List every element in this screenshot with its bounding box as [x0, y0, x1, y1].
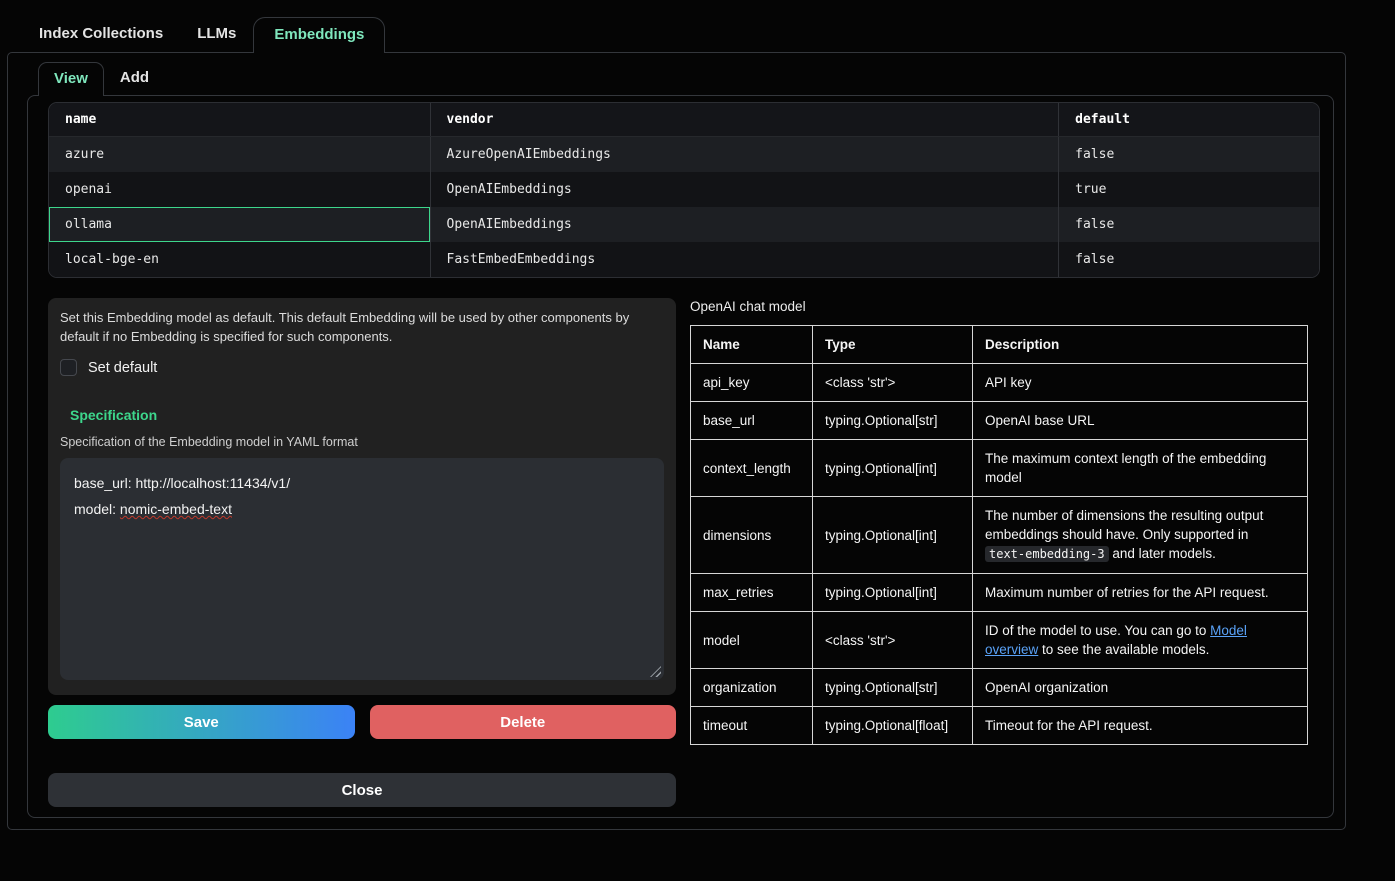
- param-type-cell: typing.Optional[str]: [813, 402, 973, 440]
- tab-add[interactable]: Add: [104, 61, 165, 95]
- param-name-cell: base_url: [691, 402, 813, 440]
- embeddings-table-header: name vendor default: [49, 103, 1319, 137]
- param-type-cell: typing.Optional[int]: [813, 574, 973, 612]
- param-description-cell: OpenAI organization: [973, 669, 1308, 707]
- param-description-cell: Timeout for the API request.: [973, 707, 1308, 745]
- param-name-cell: api_key: [691, 364, 813, 402]
- param-description-cell: The number of dimensions the resulting o…: [973, 497, 1308, 574]
- embedding-name-cell[interactable]: ollama: [49, 207, 430, 242]
- column-header-param-type: Type: [813, 326, 973, 364]
- param-description-cell: OpenAI base URL: [973, 402, 1308, 440]
- embeddings-table: name vendor default azureAzureOpenAIEmbe…: [48, 102, 1320, 278]
- inline-code: text-embedding-3: [985, 546, 1109, 562]
- embeddings-tab-panel: View Add name vendor default azureAzureO…: [7, 52, 1346, 830]
- model-overview-link[interactable]: Model overview: [985, 623, 1247, 657]
- close-button[interactable]: Close: [48, 773, 676, 807]
- embedding-default-cell[interactable]: false: [1059, 207, 1319, 242]
- table-row: azureAzureOpenAIEmbeddingsfalse: [49, 137, 1319, 173]
- tab-llms[interactable]: LLMs: [180, 16, 253, 52]
- param-description-cell: API key: [973, 364, 1308, 402]
- tab-index-collections[interactable]: Index Collections: [22, 16, 180, 52]
- embedding-vendor-cell[interactable]: OpenAIEmbeddings: [430, 207, 1059, 242]
- embedding-vendor-cell[interactable]: OpenAIEmbeddings: [430, 172, 1059, 207]
- param-name-cell: model: [691, 612, 813, 669]
- embedding-name-cell[interactable]: local-bge-en: [49, 242, 430, 277]
- default-setting-panel: Set this Embedding model as default. Thi…: [48, 298, 676, 695]
- param-type-cell: <class 'str'>: [813, 364, 973, 402]
- save-button[interactable]: Save: [48, 705, 355, 739]
- param-name-cell: dimensions: [691, 497, 813, 574]
- details-table-header: Name Type Description: [691, 326, 1308, 364]
- set-default-checkbox[interactable]: [60, 359, 77, 376]
- yaml-line-1: base_url: http://localhost:11434/v1/: [74, 470, 650, 496]
- param-type-cell: typing.Optional[float]: [813, 707, 973, 745]
- embedding-default-cell[interactable]: true: [1059, 172, 1319, 207]
- param-row: organizationtyping.Optional[str]OpenAI o…: [691, 669, 1308, 707]
- param-type-cell: typing.Optional[str]: [813, 669, 973, 707]
- spec-editor[interactable]: base_url: http://localhost:11434/v1/ mod…: [60, 458, 664, 680]
- table-row: openaiOpenAIEmbeddingstrue: [49, 172, 1319, 207]
- column-header-vendor: vendor: [430, 103, 1059, 137]
- param-type-cell: <class 'str'>: [813, 612, 973, 669]
- param-row: dimensionstyping.Optional[int]The number…: [691, 497, 1308, 574]
- param-row: base_urltyping.Optional[str]OpenAI base …: [691, 402, 1308, 440]
- embedding-default-cell[interactable]: false: [1059, 137, 1319, 173]
- column-header-param-name: Name: [691, 326, 813, 364]
- column-header-default: default: [1059, 103, 1319, 137]
- details-title: OpenAI chat model: [690, 298, 1320, 314]
- param-row: timeouttyping.Optional[float]Timeout for…: [691, 707, 1308, 745]
- view-tab-panel: name vendor default azureAzureOpenAIEmbe…: [27, 95, 1334, 818]
- param-row: api_key<class 'str'>API key: [691, 364, 1308, 402]
- embedding-vendor-cell[interactable]: FastEmbedEmbeddings: [430, 242, 1059, 277]
- yaml-line-2: model: nomic-embed-text: [74, 496, 650, 522]
- param-description-cell: ID of the model to use. You can go to Mo…: [973, 612, 1308, 669]
- embedding-default-cell[interactable]: false: [1059, 242, 1319, 277]
- set-default-label: Set default: [88, 360, 157, 376]
- param-description-cell: The maximum context length of the embedd…: [973, 440, 1308, 497]
- param-name-cell: organization: [691, 669, 813, 707]
- specification-heading: Specification: [70, 407, 664, 423]
- delete-button[interactable]: Delete: [370, 705, 677, 739]
- misspelled-word: nomic-embed-text: [120, 501, 232, 517]
- set-default-checkbox-row[interactable]: Set default: [60, 359, 664, 376]
- param-row: model<class 'str'>ID of the model to use…: [691, 612, 1308, 669]
- param-type-cell: typing.Optional[int]: [813, 440, 973, 497]
- embedding-name-cell[interactable]: azure: [49, 137, 430, 173]
- table-row: ollamaOpenAIEmbeddingsfalse: [49, 207, 1319, 242]
- param-type-cell: typing.Optional[int]: [813, 497, 973, 574]
- column-header-param-description: Description: [973, 326, 1308, 364]
- param-row: context_lengthtyping.Optional[int]The ma…: [691, 440, 1308, 497]
- table-row: local-bge-enFastEmbedEmbeddingsfalse: [49, 242, 1319, 277]
- param-row: max_retriestyping.Optional[int]Maximum n…: [691, 574, 1308, 612]
- param-name-cell: context_length: [691, 440, 813, 497]
- tab-embeddings[interactable]: Embeddings: [253, 17, 385, 53]
- param-description-cell: Maximum number of retries for the API re…: [973, 574, 1308, 612]
- embedding-name-cell[interactable]: openai: [49, 172, 430, 207]
- model-params-table: Name Type Description api_key<class 'str…: [690, 325, 1308, 745]
- param-name-cell: timeout: [691, 707, 813, 745]
- tab-view[interactable]: View: [38, 62, 104, 96]
- sub-tab-bar: View Add: [8, 61, 1345, 95]
- default-description: Set this Embedding model as default. Thi…: [60, 308, 664, 346]
- embedding-vendor-cell[interactable]: AzureOpenAIEmbeddings: [430, 137, 1059, 173]
- param-name-cell: max_retries: [691, 574, 813, 612]
- column-header-name: name: [49, 103, 430, 137]
- resize-handle-icon[interactable]: [650, 666, 661, 677]
- main-tab-bar: Index Collections LLMs Embeddings: [0, 0, 1395, 52]
- specification-caption: Specification of the Embedding model in …: [60, 435, 664, 449]
